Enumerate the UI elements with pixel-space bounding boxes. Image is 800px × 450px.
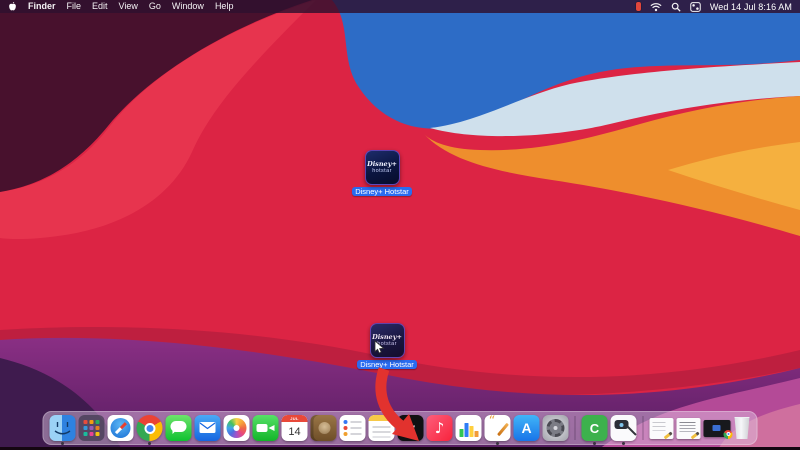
dock-safari[interactable] bbox=[107, 415, 134, 441]
minimized-document-icon bbox=[676, 417, 701, 440]
dock-calendar[interactable]: JUL 14 bbox=[281, 415, 308, 441]
dock-music[interactable]: ♪ bbox=[426, 415, 453, 441]
dock-minimized-document-1[interactable] bbox=[649, 415, 674, 441]
desktop-icon-disney-hotstar-1[interactable]: Disney+ hotstar Disney+ Hotstar bbox=[352, 150, 412, 196]
contacts-icon bbox=[310, 415, 337, 441]
menu-bar-clock[interactable]: Wed 14 Jul 8:16 AM bbox=[710, 2, 792, 12]
photos-icon bbox=[223, 415, 250, 441]
macos-desktop: Finder File Edit View Go Window Help Wed… bbox=[0, 0, 800, 450]
menu-edit[interactable]: Edit bbox=[92, 0, 108, 13]
dock-numbers[interactable] bbox=[455, 415, 482, 441]
running-indicator bbox=[496, 442, 499, 445]
dock-facetime[interactable] bbox=[252, 415, 279, 441]
menu-go[interactable]: Go bbox=[149, 0, 161, 13]
messages-icon bbox=[165, 415, 192, 441]
dock-finder[interactable] bbox=[49, 415, 76, 445]
chrome-icon bbox=[136, 415, 163, 441]
finder-icon bbox=[49, 415, 76, 441]
dock-mail[interactable] bbox=[194, 415, 221, 441]
running-indicator bbox=[593, 442, 596, 445]
dock-photos[interactable] bbox=[223, 415, 250, 441]
launchpad-icon bbox=[78, 415, 105, 441]
camtasia-icon: C bbox=[581, 415, 608, 441]
gear-icon bbox=[542, 415, 569, 441]
dock-pages[interactable]: “ bbox=[484, 415, 511, 445]
dock: JUL 14 tv ♪ “ A C bbox=[42, 411, 758, 445]
calendar-icon: JUL 14 bbox=[281, 415, 308, 441]
running-indicator bbox=[148, 442, 151, 445]
menu-file[interactable]: File bbox=[67, 0, 82, 13]
dock-messages[interactable] bbox=[165, 415, 192, 441]
music-icon: ♪ bbox=[426, 415, 453, 441]
calendar-month: JUL bbox=[281, 415, 308, 422]
spotlight-search-icon[interactable] bbox=[671, 2, 681, 12]
dock-minimized-chrome-window[interactable] bbox=[703, 415, 733, 441]
control-center-icon[interactable] bbox=[690, 1, 701, 12]
menu-finder[interactable]: Finder bbox=[28, 0, 56, 13]
numbers-icon bbox=[455, 415, 482, 441]
dock-camtasia[interactable]: C bbox=[581, 415, 608, 445]
screen-recorder-icon bbox=[610, 415, 637, 441]
running-indicator bbox=[61, 442, 64, 445]
minimized-chrome-window-icon bbox=[703, 419, 733, 439]
desktop-icon-label: Disney+ Hotstar bbox=[352, 187, 412, 196]
desktop-icon-label: Disney+ Hotstar bbox=[357, 360, 417, 369]
disney-hotstar-app-icon[interactable]: Disney+ hotstar bbox=[364, 150, 400, 185]
dock-notes[interactable] bbox=[368, 415, 395, 441]
dock-system-preferences[interactable] bbox=[542, 415, 569, 441]
trash-icon bbox=[734, 417, 750, 439]
dock-reminders[interactable] bbox=[339, 415, 366, 441]
desktop-icon-disney-hotstar-2[interactable]: Disney+ hotstar Disney+ Hotstar bbox=[357, 323, 417, 369]
pages-icon: “ bbox=[484, 415, 511, 441]
dock-screen-recorder[interactable] bbox=[610, 415, 637, 445]
dock-minimized-document-2[interactable] bbox=[676, 415, 701, 441]
dock-divider bbox=[642, 416, 644, 440]
screen-recording-indicator-icon[interactable] bbox=[635, 2, 641, 11]
dock-contacts[interactable] bbox=[310, 415, 337, 441]
menu-help[interactable]: Help bbox=[215, 0, 234, 13]
wallpaper bbox=[0, 0, 800, 450]
music-note-glyph: ♪ bbox=[434, 418, 445, 437]
dock-app-store[interactable]: A bbox=[513, 415, 540, 441]
menu-bar: Finder File Edit View Go Window Help Wed… bbox=[0, 0, 800, 13]
minimized-document-icon bbox=[649, 417, 674, 440]
dock-divider bbox=[574, 416, 576, 440]
dock-tv[interactable]: tv bbox=[397, 415, 424, 441]
safari-icon bbox=[107, 415, 134, 441]
apple-tv-icon: tv bbox=[397, 415, 424, 441]
app-store-icon: A bbox=[513, 415, 540, 441]
hotstar-brand-text: hotstar bbox=[372, 167, 392, 174]
menu-view[interactable]: View bbox=[119, 0, 138, 13]
running-indicator bbox=[622, 442, 625, 445]
mail-icon bbox=[194, 415, 221, 441]
dock-chrome[interactable] bbox=[136, 415, 163, 445]
dock-trash[interactable] bbox=[734, 415, 751, 441]
dock-launchpad[interactable] bbox=[78, 415, 105, 441]
reminders-icon bbox=[339, 415, 366, 441]
wifi-icon[interactable] bbox=[650, 2, 662, 12]
apple-menu-icon[interactable] bbox=[8, 1, 17, 12]
menu-window[interactable]: Window bbox=[172, 0, 204, 13]
disney-brand-text: Disney+ bbox=[367, 160, 397, 168]
notes-icon bbox=[368, 415, 395, 441]
mouse-cursor-icon bbox=[374, 340, 385, 354]
calendar-day: 14 bbox=[288, 425, 301, 438]
facetime-icon bbox=[252, 415, 279, 441]
